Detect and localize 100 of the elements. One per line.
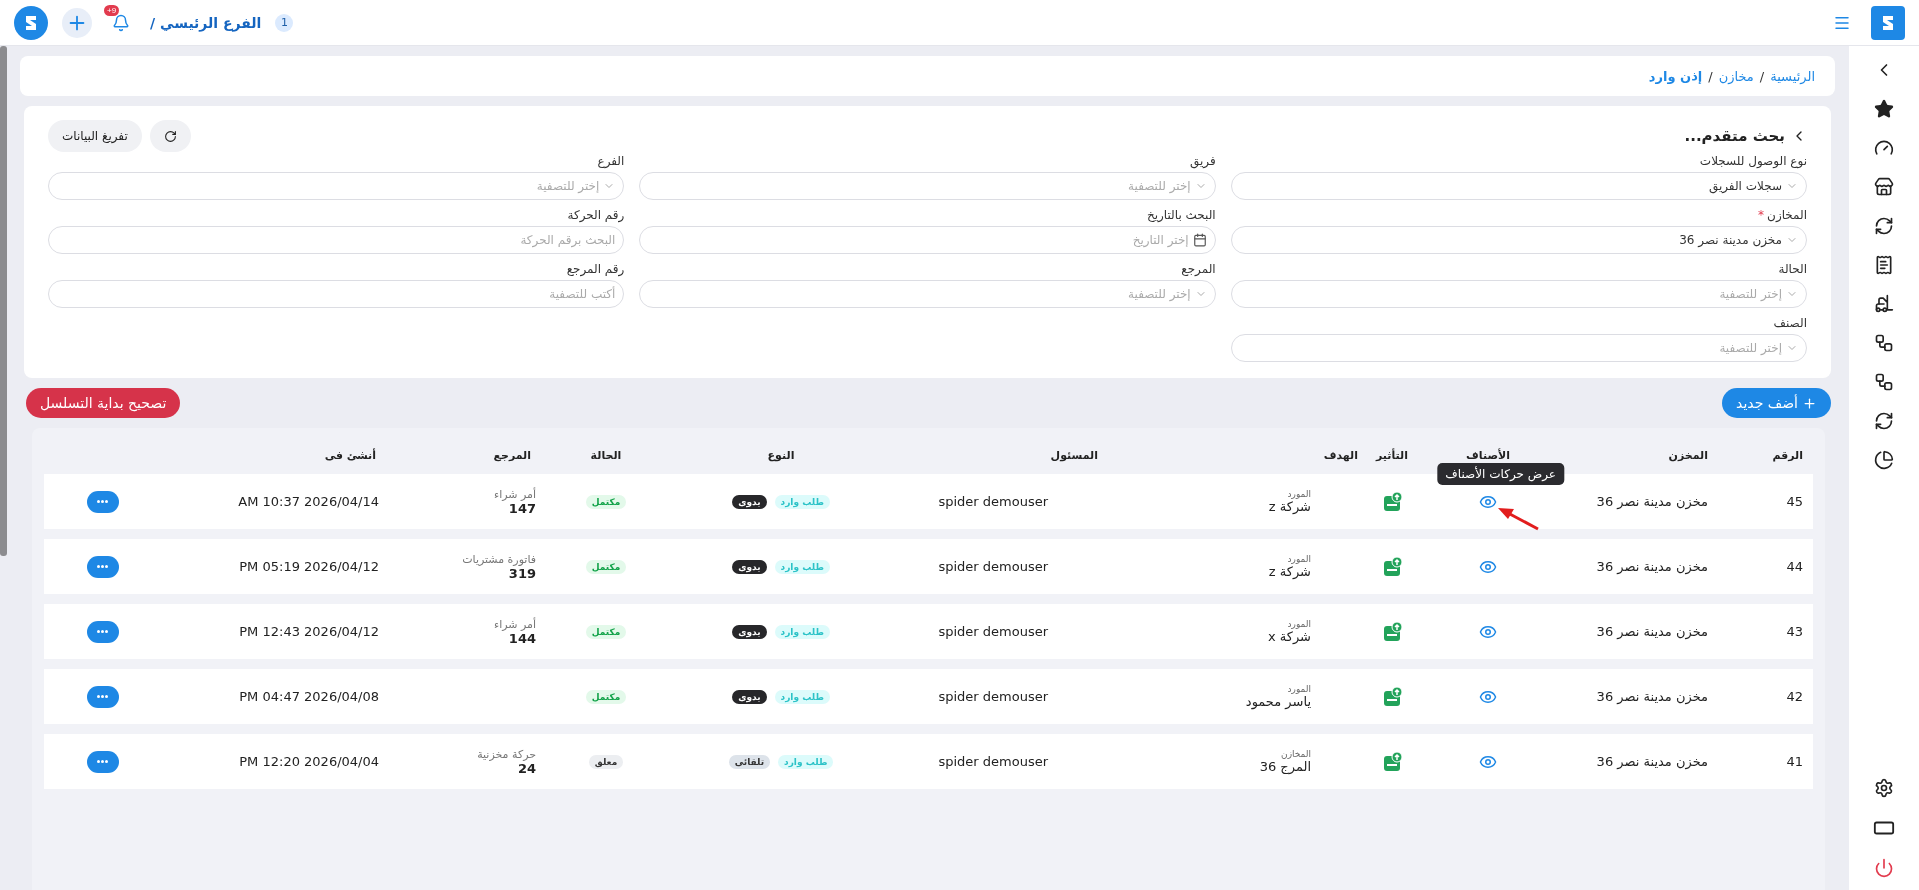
column-header: الحالة [589,448,623,462]
add-new-button[interactable]: أضف جديد [1722,388,1831,418]
reference-number: 144 [508,630,536,646]
column-header: المرجع [492,448,532,462]
field-label: الحالة [1777,262,1807,276]
breadcrumb-separator: / [1708,68,1713,84]
power-icon[interactable] [1874,858,1894,878]
breadcrumb-separator: / [1759,68,1765,84]
request-tag: طلب وارد [774,624,830,639]
status-tag: مكتمل [585,494,627,509]
target-name: المرج 36 [1259,759,1311,774]
target-type: المورد [1287,684,1311,694]
table-cell-text: PM 05:19 2026/04/12 [238,559,380,574]
box-upload-icon [1383,491,1403,512]
table-cell-text: مخزن مدينة نصر 36 [1595,754,1709,769]
mode-tag: يدوى [732,494,767,509]
table-cell-text: spider demouser [937,624,1049,639]
mode-tag: يدوى [732,559,767,574]
mode-tag: يدوى [732,689,767,704]
request-tag: طلب وارد [774,689,830,704]
field-label: فريق [1188,154,1216,168]
clear-button[interactable]: تفريغ البيانات [48,120,142,152]
fix-sequence-button[interactable]: تصحيح بداية التسلسل [26,388,181,418]
table-cell-text: 41 [1785,754,1804,769]
reference-type: حركة مخزنية [477,747,536,761]
store-icon[interactable] [1874,177,1894,197]
more-button[interactable] [86,685,119,708]
box-upload-icon [1383,751,1403,772]
breadcrumb-link[interactable]: إذن وارد [1648,68,1703,84]
status-tag: معلق [588,754,624,769]
status-tag: مكتمل [585,624,627,639]
refresh-icon[interactable] [1874,411,1894,431]
table-cell-text: PM 04:47 2026/04/08 [238,689,380,704]
target-name: ياسر محمود [1245,694,1311,709]
ellipsis-icon [97,565,108,568]
target-name: شركة z [1268,564,1311,579]
field-label: المخازن * [1757,208,1807,222]
receipt-icon[interactable] [1874,255,1894,275]
refresh-icon[interactable] [1874,216,1894,236]
workflow-icon[interactable] [1874,333,1894,353]
notification-count: +9 [104,4,120,16]
status-tag: مكتمل [585,689,627,704]
column-header: المخزن [1667,448,1709,462]
forklift-icon[interactable] [1874,294,1894,314]
column-header: التأثير [1374,448,1409,462]
more-button[interactable] [86,555,119,578]
column-header: الرقم [1771,448,1804,462]
table-cell-text: spider demouser [937,494,1049,509]
ellipsis-icon [97,760,108,763]
user-logo[interactable] [14,5,48,40]
branch-name[interactable]: الفرع الرئيسي / [150,14,262,31]
reference-type: أمر شراء [493,617,536,631]
table-cell-text: AM 10:37 2026/04/14 [237,494,380,509]
pie-chart-icon[interactable] [1874,450,1894,470]
ellipsis-icon [97,695,108,698]
table-cell-text: PM 12:43 2026/04/12 [238,624,380,639]
column-header: الأصناف [1465,448,1511,462]
ellipsis-icon [97,630,108,633]
mode-tag: يدوى [732,624,767,639]
table-cell-text: spider demouser [937,559,1049,574]
request-tag: طلب وارد [774,559,830,574]
table-cell-text: مخزن مدينة نصر 36 [1595,559,1709,574]
refresh-button[interactable] [149,120,191,152]
column-header: المسئول [1049,448,1099,462]
breadcrumb-link[interactable]: مخازن [1718,68,1754,84]
request-tag: طلب وارد [778,754,834,769]
refresh-icon [163,129,177,143]
table-cell-text: 44 [1785,559,1804,574]
target-name: شركة x [1267,629,1311,644]
more-button[interactable] [86,490,119,513]
request-tag: طلب وارد [774,494,830,509]
box-upload-icon [1383,621,1403,642]
advanced-search-toggle[interactable]: بحث متقدم... [1684,127,1807,145]
calendar-icon [1192,233,1207,247]
target-type: المخازن [1281,749,1311,759]
column-header: الهدف [1322,448,1359,462]
branch-number: 1 [275,13,294,32]
table-cell-text: مخزن مدينة نصر 36 [1595,494,1709,509]
settings-icon[interactable] [1874,778,1894,798]
workflow-icon[interactable] [1874,372,1894,392]
column-header: النوع [766,448,796,462]
table-cell-text: مخزن مدينة نصر 36 [1595,689,1709,704]
bell-icon [112,13,130,32]
field-label: البحث بالتاريخ [1145,208,1216,222]
star-icon[interactable] [1874,99,1894,119]
table-cell-text: 42 [1785,689,1804,704]
notification-button[interactable]: +9 [106,7,136,38]
more-button[interactable] [86,750,119,773]
table-cell-text: 43 [1785,624,1804,639]
breadcrumb-link[interactable]: الرئيسية [1770,68,1815,84]
add-button[interactable] [62,7,92,38]
more-button[interactable] [86,620,119,643]
target-type: المورد [1287,619,1311,629]
box-upload-icon [1383,686,1403,707]
app-logo[interactable] [1871,5,1905,40]
field-label: الصنف [1772,316,1807,330]
field-label: نوع الوصول للسجلات [1698,154,1807,168]
scrollbar[interactable] [0,46,7,556]
table-cell-text: 45 [1785,494,1804,509]
gauge-icon[interactable] [1874,138,1894,158]
